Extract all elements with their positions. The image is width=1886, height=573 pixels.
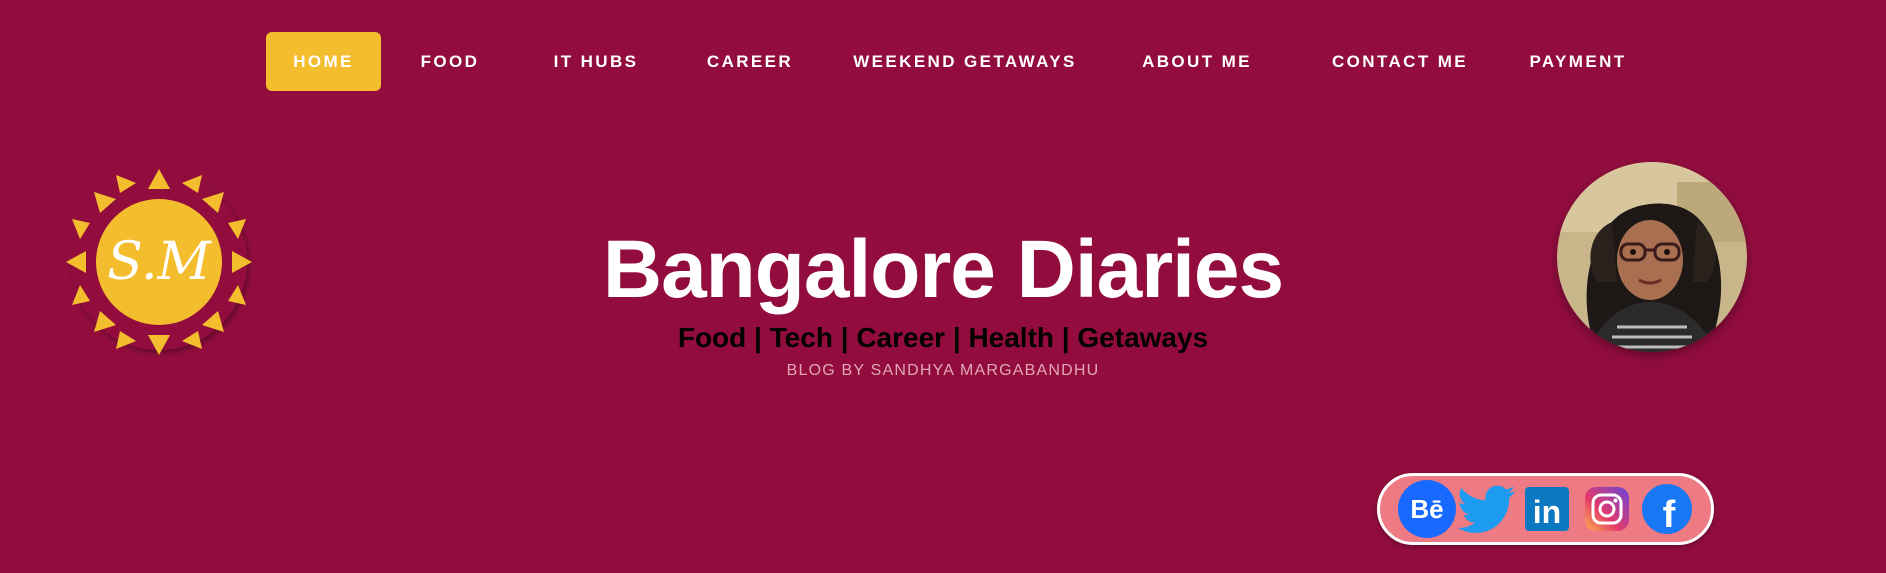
nav-food[interactable]: FOOD: [381, 32, 519, 91]
svg-text:f: f: [1663, 494, 1676, 536]
instagram-link[interactable]: [1578, 480, 1636, 538]
nav-it-hubs-label: IT HUBS: [553, 51, 639, 71]
nav-payment-label: PAYMENT: [1529, 51, 1627, 71]
profile-photo: [1557, 162, 1747, 352]
nav-home[interactable]: HOME: [266, 32, 381, 91]
behance-link[interactable]: Bē: [1398, 480, 1456, 538]
twitter-link[interactable]: [1458, 480, 1516, 538]
instagram-icon: [1585, 487, 1629, 531]
avatar: [1557, 162, 1747, 352]
linkedin-link[interactable]: in: [1518, 480, 1576, 538]
page-byline: BLOG BY SANDHYA MARGABANDHU: [786, 362, 1100, 379]
nav-payment[interactable]: PAYMENT: [1509, 32, 1647, 91]
page: HOME FOOD IT HUBS CAREER WEEKEND GETAWAY…: [0, 0, 1886, 573]
svg-text:Bē: Bē: [1410, 494, 1443, 524]
nav-weekend-getaways[interactable]: WEEKEND GETAWAYS: [827, 32, 1103, 91]
twitter-icon: [1458, 485, 1516, 533]
svg-text:in: in: [1533, 494, 1561, 530]
facebook-link[interactable]: f: [1638, 480, 1696, 538]
linkedin-icon: in: [1525, 487, 1569, 531]
nav-contact-me[interactable]: CONTACT ME: [1291, 32, 1509, 91]
behance-icon: Bē: [1398, 480, 1456, 538]
main-nav: HOME FOOD IT HUBS CAREER WEEKEND GETAWAY…: [266, 32, 1647, 91]
facebook-icon: f: [1642, 484, 1692, 536]
nav-contact-me-label: CONTACT ME: [1331, 51, 1469, 71]
nav-about-me[interactable]: ABOUT ME: [1103, 32, 1291, 91]
nav-food-label: FOOD: [420, 51, 480, 71]
social-bar: Bē in f: [1377, 473, 1714, 545]
nav-about-me-label: ABOUT ME: [1142, 51, 1252, 71]
nav-career[interactable]: CAREER: [673, 32, 827, 91]
nav-weekend-getaways-label: WEEKEND GETAWAYS: [853, 51, 1077, 71]
nav-it-hubs[interactable]: IT HUBS: [519, 32, 673, 91]
nav-home-label: HOME: [293, 51, 354, 71]
nav-career-label: CAREER: [706, 51, 794, 71]
